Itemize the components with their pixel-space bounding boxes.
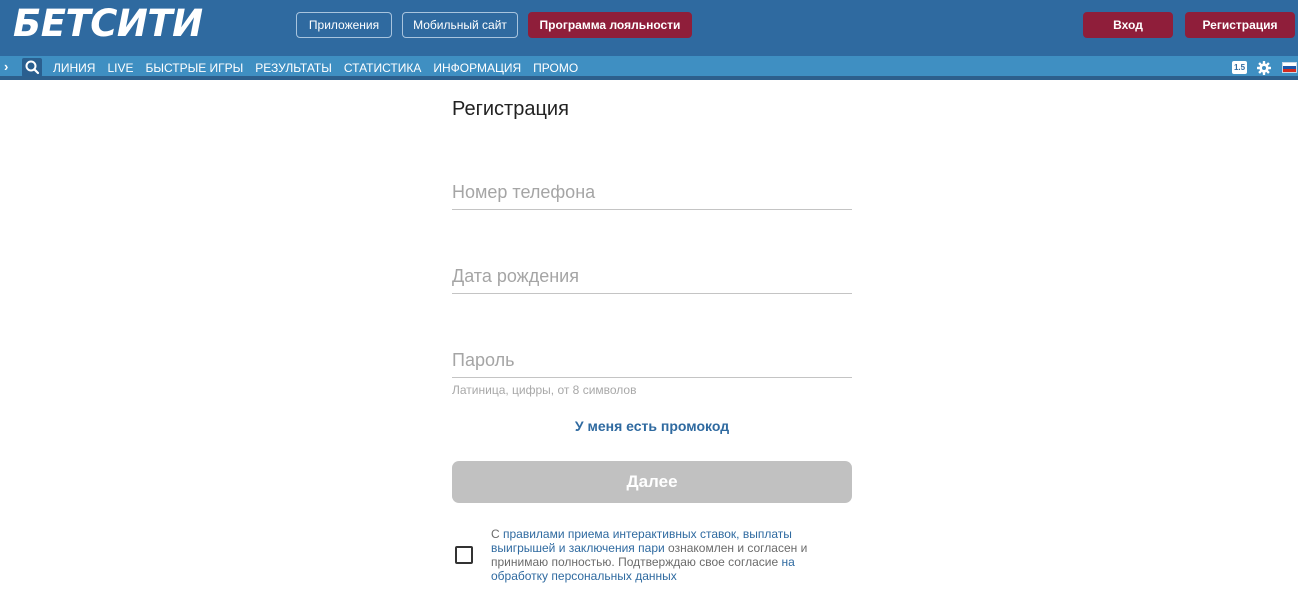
birthdate-field-wrapper <box>452 260 852 294</box>
nav-item-line[interactable]: ЛИНИЯ <box>47 56 101 80</box>
page-title: Регистрация <box>452 98 569 120</box>
gear-icon[interactable] <box>1256 60 1272 76</box>
birthdate-input[interactable] <box>452 260 852 293</box>
register-button[interactable]: Регистрация <box>1185 12 1295 38</box>
phone-field-wrapper <box>452 176 852 210</box>
nav-item-results[interactable]: РЕЗУЛЬТАТЫ <box>249 56 338 80</box>
nav-item-statistics[interactable]: СТАТИСТИКА <box>338 56 427 80</box>
loyalty-program-button[interactable]: Программа лояльности <box>528 12 692 38</box>
next-button[interactable]: Далее <box>452 461 852 503</box>
promo-code-link[interactable]: У меня есть промокод <box>452 418 852 434</box>
russia-flag-icon[interactable] <box>1282 62 1297 73</box>
password-hint: Латиница, цифры, от 8 символов <box>452 383 637 397</box>
main-nav: › ЛИНИЯ LIVE БЫСТРЫЕ ИГРЫ РЕЗУЛЬТАТЫ СТА… <box>0 56 1298 80</box>
agreement-prefix: С <box>491 527 503 541</box>
top-header: БЕТСИТИ Приложения Мобильный сайт Програ… <box>0 0 1298 56</box>
mobile-site-button[interactable]: Мобильный сайт <box>402 12 518 38</box>
agreement-checkbox[interactable] <box>455 546 473 564</box>
nav-item-promo[interactable]: ПРОМО <box>527 56 584 80</box>
nav-item-fast-games[interactable]: БЫСТРЫЕ ИГРЫ <box>139 56 249 80</box>
nav-item-live[interactable]: LIVE <box>101 56 139 80</box>
password-input[interactable] <box>452 344 852 377</box>
password-field-wrapper <box>452 344 852 378</box>
search-icon[interactable] <box>22 58 42 77</box>
agreement-text: С правилами приема интерактивных ставок,… <box>491 527 821 583</box>
nav-item-information[interactable]: ИНФОРМАЦИЯ <box>427 56 527 80</box>
nav-menu: ЛИНИЯ LIVE БЫСТРЫЕ ИГРЫ РЕЗУЛЬТАТЫ СТАТИ… <box>47 56 584 80</box>
chevron-right-icon[interactable]: › <box>4 58 14 76</box>
phone-input[interactable] <box>452 176 852 209</box>
version-badge[interactable]: 1.5 <box>1232 61 1247 74</box>
betcity-logo[interactable]: БЕТСИТИ <box>13 4 203 44</box>
apps-button[interactable]: Приложения <box>296 12 392 38</box>
login-button[interactable]: Вход <box>1083 12 1173 38</box>
